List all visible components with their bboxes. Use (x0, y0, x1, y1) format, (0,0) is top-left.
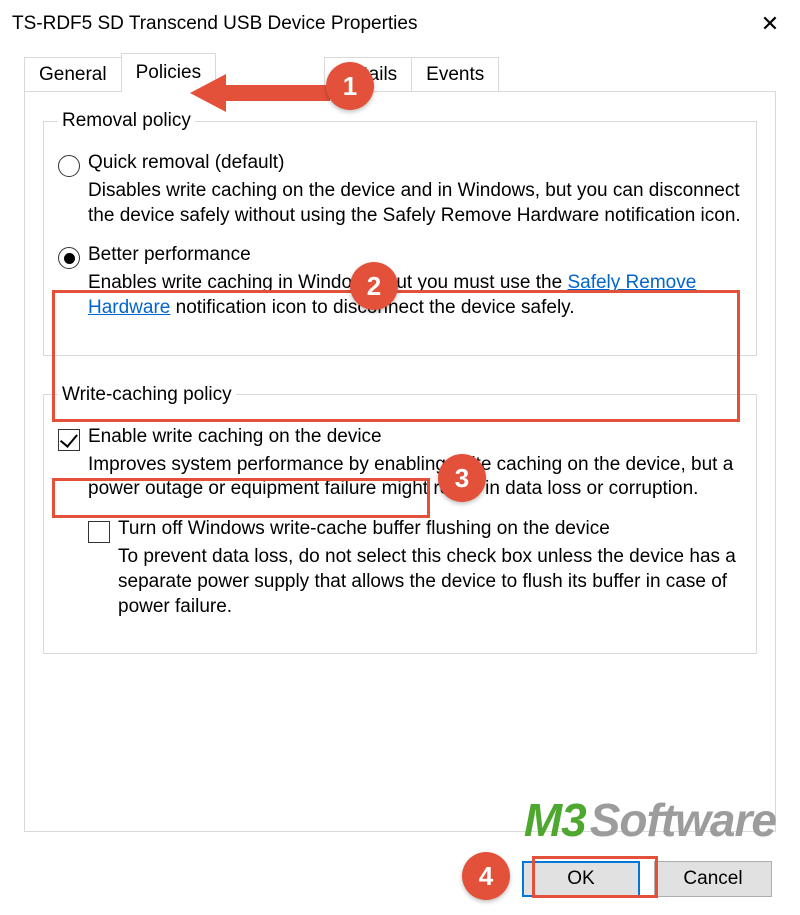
radio-better-performance[interactable]: Better performance (58, 244, 742, 269)
checkbox-icon (88, 521, 110, 543)
radio-quick-removal-desc: Disables write caching on the device and… (88, 179, 742, 228)
checkbox-turn-off-flushing[interactable]: Turn off Windows write-cache buffer flus… (88, 518, 742, 543)
checkbox-icon (58, 429, 80, 451)
annotation-callout-3: 3 (438, 454, 486, 502)
checkbox-turn-off-flushing-desc: To prevent data loss, do not select this… (118, 545, 742, 619)
ok-button[interactable]: OK (522, 861, 640, 897)
tab-panel-policies: Removal policy Quick removal (default) D… (24, 92, 776, 832)
checkbox-enable-write-caching-label: Enable write caching on the device (88, 426, 382, 448)
watermark-m3: M3 (524, 793, 586, 847)
annotation-callout-1: 1 (326, 62, 374, 110)
dialog-body: General Policies Details Events Removal … (0, 48, 800, 844)
tab-events[interactable]: Events (411, 57, 499, 91)
group-removal-policy: Removal policy Quick removal (default) D… (43, 110, 757, 356)
radio-icon (58, 247, 80, 269)
radio-quick-removal[interactable]: Quick removal (default) (58, 152, 742, 177)
tabstrip: General Policies Details Events (24, 54, 776, 92)
annotation-arrow-icon (190, 68, 330, 118)
watermark-soft: Software (590, 793, 776, 847)
dialog-buttons: OK Cancel (522, 861, 772, 897)
annotation-callout-2: 2 (350, 262, 398, 310)
desc-text: Enables write caching in Windows, but yo… (88, 272, 567, 293)
radio-quick-removal-label: Quick removal (default) (88, 152, 284, 174)
checkbox-enable-write-caching[interactable]: Enable write caching on the device (58, 426, 742, 451)
watermark: M3 Software (524, 793, 776, 847)
group-write-caching-policy-legend: Write-caching policy (58, 384, 236, 406)
annotation-callout-4: 4 (462, 852, 510, 900)
radio-better-performance-label: Better performance (88, 244, 251, 266)
properties-dialog: TS-RDF5 SD Transcend USB Device Properti… (0, 0, 800, 915)
group-write-caching-policy: Write-caching policy Enable write cachin… (43, 384, 757, 654)
checkbox-turn-off-flushing-label: Turn off Windows write-cache buffer flus… (118, 518, 610, 540)
radio-icon (58, 155, 80, 177)
tab-general[interactable]: General (24, 57, 122, 91)
group-removal-policy-legend: Removal policy (58, 110, 195, 132)
close-icon[interactable]: ✕ (750, 4, 790, 44)
window-title: TS-RDF5 SD Transcend USB Device Properti… (12, 13, 750, 35)
radio-better-performance-desc: Enables write caching in Windows, but yo… (88, 271, 742, 320)
cancel-button[interactable]: Cancel (654, 861, 772, 897)
titlebar: TS-RDF5 SD Transcend USB Device Properti… (0, 0, 800, 48)
checkbox-enable-write-caching-desc: Improves system performance by enabling … (88, 453, 742, 502)
